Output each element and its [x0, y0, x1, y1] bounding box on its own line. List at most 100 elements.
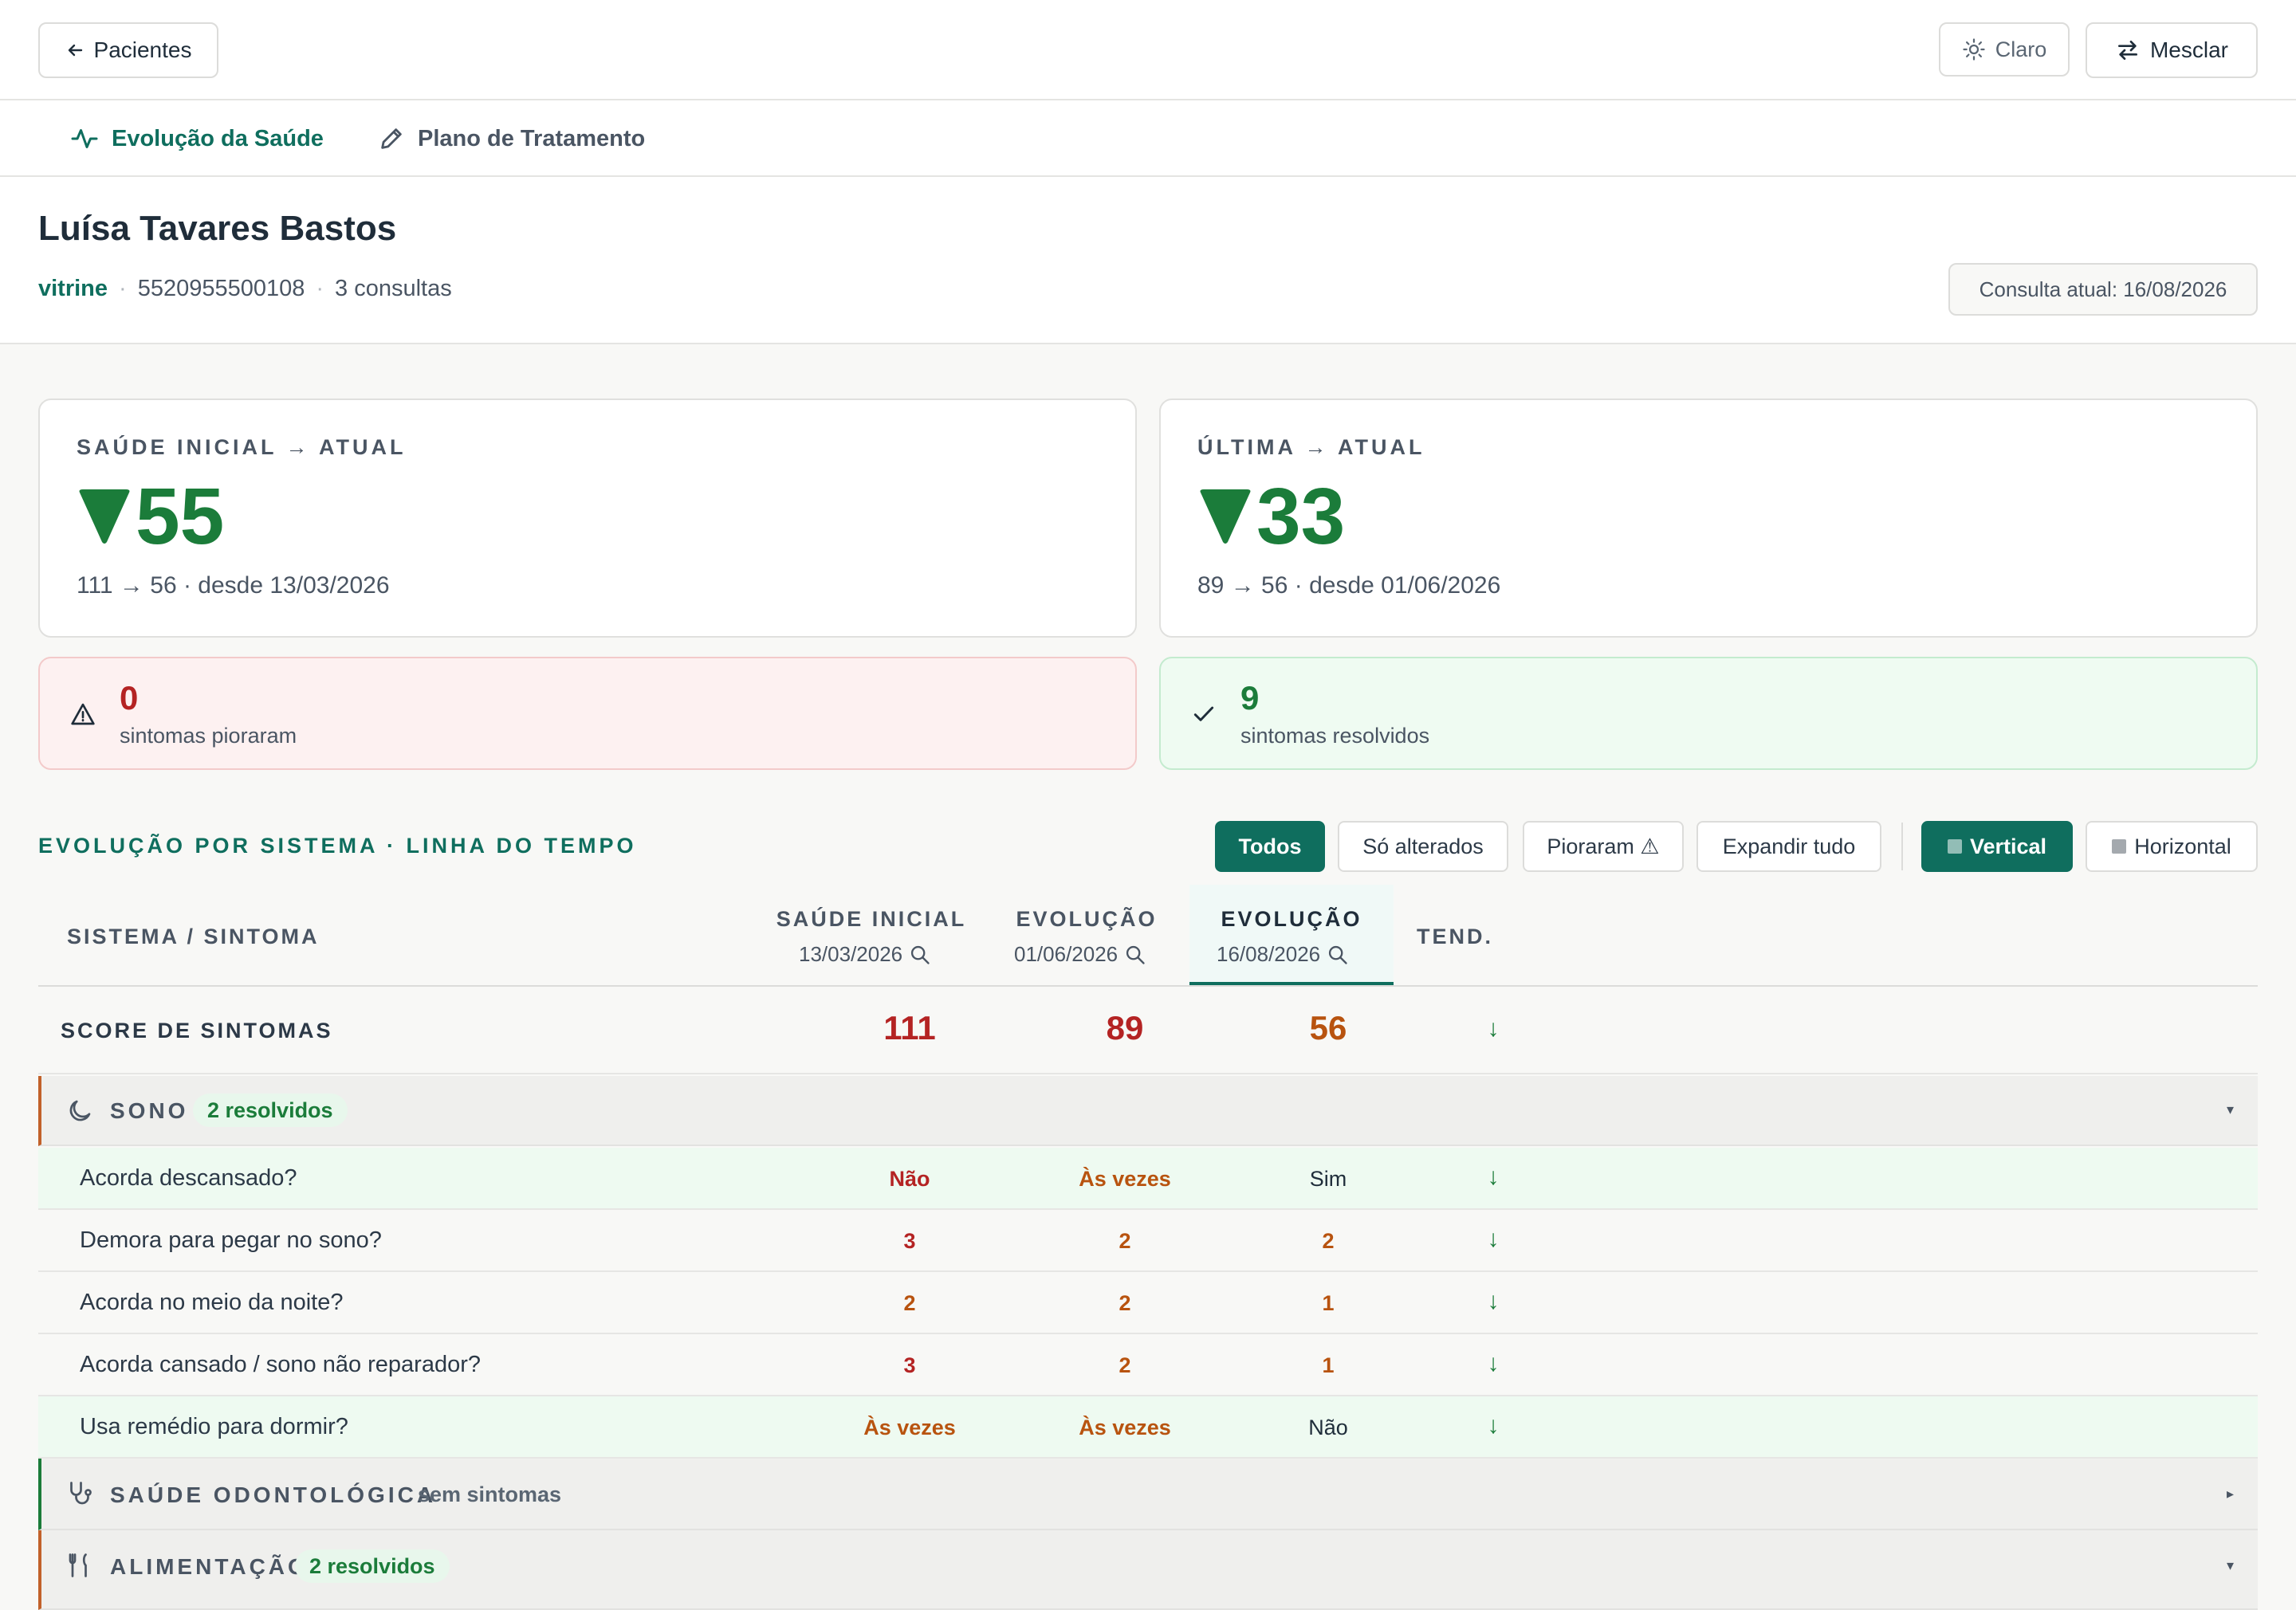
- col-header-title: SAÚDE INICIAL: [776, 907, 967, 931]
- symptom-label: Acorda cansado / sono não reparador?: [80, 1352, 482, 1377]
- theme-toggle-label: Claro: [1995, 37, 2047, 61]
- symptom-value: 2: [903, 1291, 916, 1315]
- table-row: Demora para pegar no sono? 3 2 2 ↓: [38, 1210, 2258, 1272]
- alert-worsened-count: 0: [120, 679, 139, 717]
- trend-down-arrow-icon: ↓: [1487, 1288, 1500, 1314]
- table-row: Usa remédio para dormir? Às vezes Às vez…: [38, 1396, 2258, 1459]
- group-sono[interactable]: SONO 2 resolvidos ▾: [38, 1076, 2258, 1146]
- symptom-value: 2: [1119, 1353, 1131, 1377]
- group-saude-odontologica[interactable]: SAÚDE ODONTOLÓGICA sem sintomas ▸: [38, 1459, 2258, 1530]
- card-sub: 111 → 56 · desde 13/03/2026: [77, 572, 390, 599]
- view-horizontal-label: Horizontal: [2134, 834, 2231, 858]
- score-value: 111: [883, 1009, 936, 1046]
- activity-icon: [71, 129, 98, 148]
- resolved-badge: 2 resolvidos: [295, 1549, 450, 1583]
- view-vertical-button[interactable]: Vertical: [1921, 821, 2073, 872]
- symptom-value: 1: [1322, 1353, 1335, 1377]
- back-button[interactable]: Pacientes: [38, 22, 218, 78]
- merge-button[interactable]: Mesclar: [2086, 22, 2258, 78]
- tab-evolucao-saude-label: Evolução da Saúde: [112, 125, 324, 151]
- alert-resolved-label: sintomas resolvidos: [1240, 724, 1430, 748]
- symptom-value: Não: [1308, 1416, 1348, 1439]
- symptom-label: Usa remédio para dormir?: [80, 1414, 348, 1439]
- symptom-value: Às vezes: [863, 1416, 956, 1439]
- col-header-title: EVOLUÇÃO: [1016, 907, 1158, 931]
- trend-down-arrow-icon: ↓: [1487, 1226, 1500, 1252]
- col-header-date[interactable]: 01/06/2026: [1014, 942, 1146, 967]
- symptom-value: Não: [889, 1167, 930, 1191]
- filter-alterados-button[interactable]: Só alterados: [1338, 821, 1508, 872]
- trend-down-arrow-icon: ↓: [1487, 1350, 1500, 1376]
- no-symptoms-label: sem sintomas: [418, 1482, 562, 1506]
- patient-header: Luísa Tavares Bastos vitrine · 552095550…: [0, 177, 2296, 344]
- patient-consults: 3 consultas: [335, 276, 452, 301]
- patient-meta: vitrine · 5520955500108 · 3 consultas: [38, 276, 452, 302]
- table-header: [38, 885, 2258, 987]
- table-row: Acorda no meio da noite? 2 2 1 ↓: [38, 1272, 2258, 1334]
- moon-icon: [69, 1100, 91, 1121]
- fork-knife-icon: [69, 1553, 87, 1577]
- triangle-down-icon: [1200, 489, 1251, 544]
- chevron-down-icon[interactable]: ▾: [2227, 1101, 2234, 1118]
- card-label: SAÚDE INICIAL → ATUAL: [77, 435, 407, 459]
- chevron-down-icon[interactable]: ▾: [2227, 1557, 2234, 1574]
- theme-toggle-button[interactable]: Claro: [1939, 22, 2070, 77]
- card-ultima-atual: ÚLTIMA → ATUAL 33 89 → 56 · desde 01/06/…: [1159, 399, 2258, 638]
- tab-plano-tratamento[interactable]: Plano de Tratamento: [378, 100, 645, 177]
- merge-button-label: Mesclar: [2149, 37, 2228, 62]
- filter-pioraram-button[interactable]: Pioraram ⚠: [1523, 821, 1684, 872]
- symptom-value: Às vezes: [1079, 1416, 1171, 1439]
- expand-all-button[interactable]: Expandir tudo: [1696, 821, 1881, 872]
- card-value: 33: [1197, 477, 1345, 556]
- symptom-value: 2: [1119, 1291, 1131, 1315]
- trend-down-arrow-icon: ↓: [1487, 1412, 1500, 1439]
- current-consult-badge: Consulta atual: 16/08/2026: [1948, 263, 2258, 316]
- alert-worsened-label: sintomas pioraram: [120, 724, 297, 748]
- group-name: SAÚDE ODONTOLÓGICA: [110, 1482, 437, 1507]
- magnifier-icon: [1126, 945, 1145, 964]
- current-column-highlight: [1189, 885, 1394, 985]
- group-alimentacao[interactable]: ALIMENTAÇÃO 2 resolvidos ▾: [38, 1530, 2258, 1610]
- col-header-title: EVOLUÇÃO: [1221, 907, 1362, 931]
- view-horizontal-button[interactable]: Horizontal: [2086, 821, 2258, 872]
- chevron-right-icon[interactable]: ▸: [2227, 1486, 2234, 1502]
- table-row: Acorda descansado? Não Às vezes Sim ↓: [38, 1148, 2258, 1210]
- pencil-icon: [381, 128, 402, 149]
- alert-resolved-count: 9: [1240, 679, 1260, 717]
- symptom-value: Às vezes: [1079, 1167, 1171, 1191]
- alert-resolved[interactable]: 9 sintomas resolvidos: [1159, 657, 2258, 770]
- col-header-date[interactable]: 16/08/2026: [1217, 942, 1349, 967]
- magnifier-icon: [1329, 945, 1347, 964]
- card-value-number: 55: [136, 472, 225, 561]
- symptom-value: 3: [903, 1229, 916, 1253]
- col-header-date[interactable]: 13/03/2026: [799, 942, 931, 967]
- stethoscope-icon: [70, 1482, 92, 1505]
- card-inicial-atual: SAÚDE INICIAL → ATUAL 55 111 → 56 · desd…: [38, 399, 1137, 638]
- filter-divider: [1901, 823, 1903, 870]
- symptom-value: Sim: [1309, 1167, 1347, 1191]
- patient-source[interactable]: vitrine: [38, 276, 108, 302]
- card-label: ÚLTIMA → ATUAL: [1197, 435, 1425, 459]
- trend-down-arrow-icon: ↓: [1487, 1015, 1500, 1042]
- separator-dot: ·: [316, 276, 324, 301]
- symptom-value: 3: [903, 1353, 916, 1377]
- filter-todos-button[interactable]: Todos: [1215, 821, 1325, 872]
- top-bar: Pacientes Claro Mesclar: [0, 0, 2296, 100]
- swap-arrows-icon: [2117, 41, 2137, 60]
- alert-worsened[interactable]: 0 sintomas pioraram: [38, 657, 1137, 770]
- card-value: 55: [77, 477, 224, 556]
- tab-evolucao-saude[interactable]: Evolução da Saúde: [70, 100, 324, 177]
- symptom-label: Demora para pegar no sono?: [80, 1227, 382, 1253]
- resolved-badge: 2 resolvidos: [193, 1094, 348, 1127]
- separator-dot: ·: [119, 276, 127, 301]
- symptom-label: Acorda descansado?: [80, 1165, 297, 1191]
- col-date-text: 01/06/2026: [1014, 942, 1119, 966]
- col-date-text: 13/03/2026: [799, 942, 903, 966]
- symptom-value: 2: [1322, 1229, 1335, 1253]
- section-title: EVOLUÇÃO POR SISTEMA · LINHA DO TEMPO: [38, 834, 637, 858]
- patient-phone: 5520955500108: [137, 276, 305, 301]
- group-name: SONO: [110, 1098, 189, 1123]
- score-value: 56: [1309, 1009, 1347, 1046]
- card-sub: 89 → 56 · desde 01/06/2026: [1197, 572, 1501, 599]
- group-name: ALIMENTAÇÃO: [110, 1554, 309, 1579]
